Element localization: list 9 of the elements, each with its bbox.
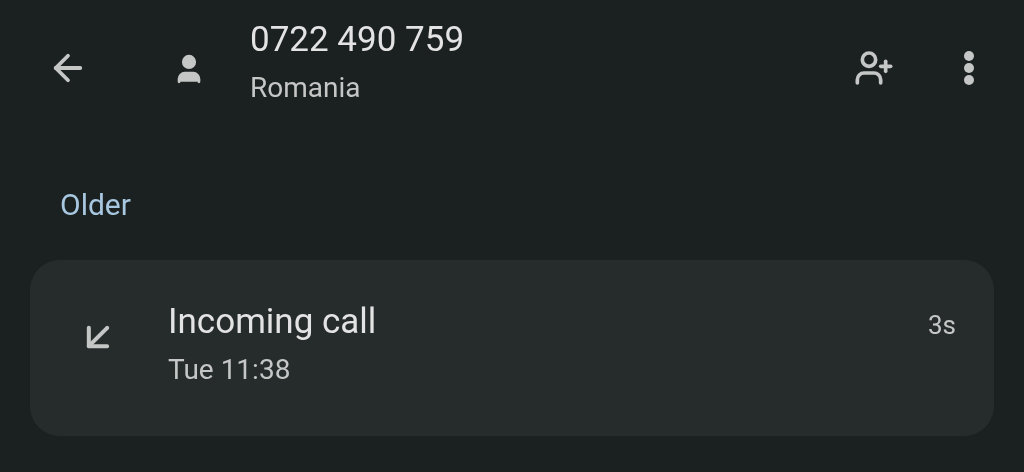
add-person-icon <box>854 48 894 88</box>
call-entry[interactable]: Incoming call Tue 11:38 3s <box>30 260 994 436</box>
country-label: Romania <box>250 70 362 106</box>
call-type: Incoming call <box>168 300 377 344</box>
call-duration: 3s <box>927 309 956 342</box>
more-vertical-icon <box>964 51 974 85</box>
call-time: Tue 11:38 <box>168 352 292 388</box>
section-header: Older <box>60 186 131 224</box>
phone-number: 0722 490 759 <box>250 18 465 62</box>
